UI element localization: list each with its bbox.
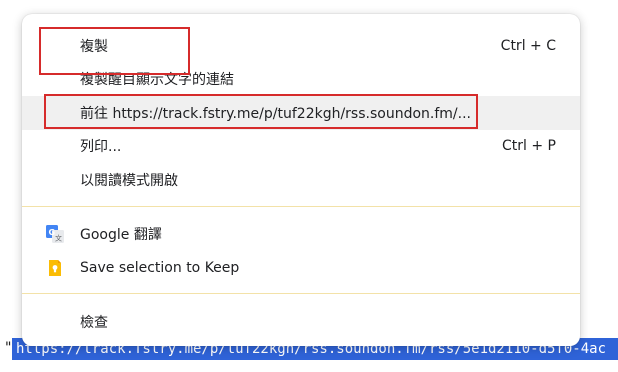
menu-item-shortcut: Ctrl + P [502, 138, 556, 154]
menu-item-label: Google 翻譯 [80, 227, 162, 243]
annotation-box-go-to-url [44, 94, 478, 129]
annotation-box-copy [39, 27, 190, 75]
menu-item-shortcut: Ctrl + C [500, 38, 556, 54]
google-keep-icon [46, 259, 64, 277]
menu-item-reading-mode[interactable]: 以閱讀模式開啟 [22, 163, 580, 197]
svg-text:文: 文 [55, 234, 62, 243]
menu-item-label: Save selection to Keep [80, 260, 240, 276]
google-translate-icon: G 文 [46, 225, 64, 243]
menu-item-save-to-keep[interactable]: Save selection to Keep [22, 251, 580, 285]
menu-item-print[interactable]: 列印... Ctrl + P [22, 129, 580, 163]
menu-item-label: 以閱讀模式開啟 [80, 173, 178, 189]
menu-separator [22, 206, 580, 207]
menu-item-label: 列印... [80, 139, 122, 155]
menu-item-inspect[interactable]: 檢查 [22, 305, 580, 339]
menu-item-google-translate[interactable]: G 文 Google 翻譯 [22, 217, 580, 251]
menu-separator [22, 293, 580, 294]
menu-item-label: 檢查 [80, 315, 108, 331]
